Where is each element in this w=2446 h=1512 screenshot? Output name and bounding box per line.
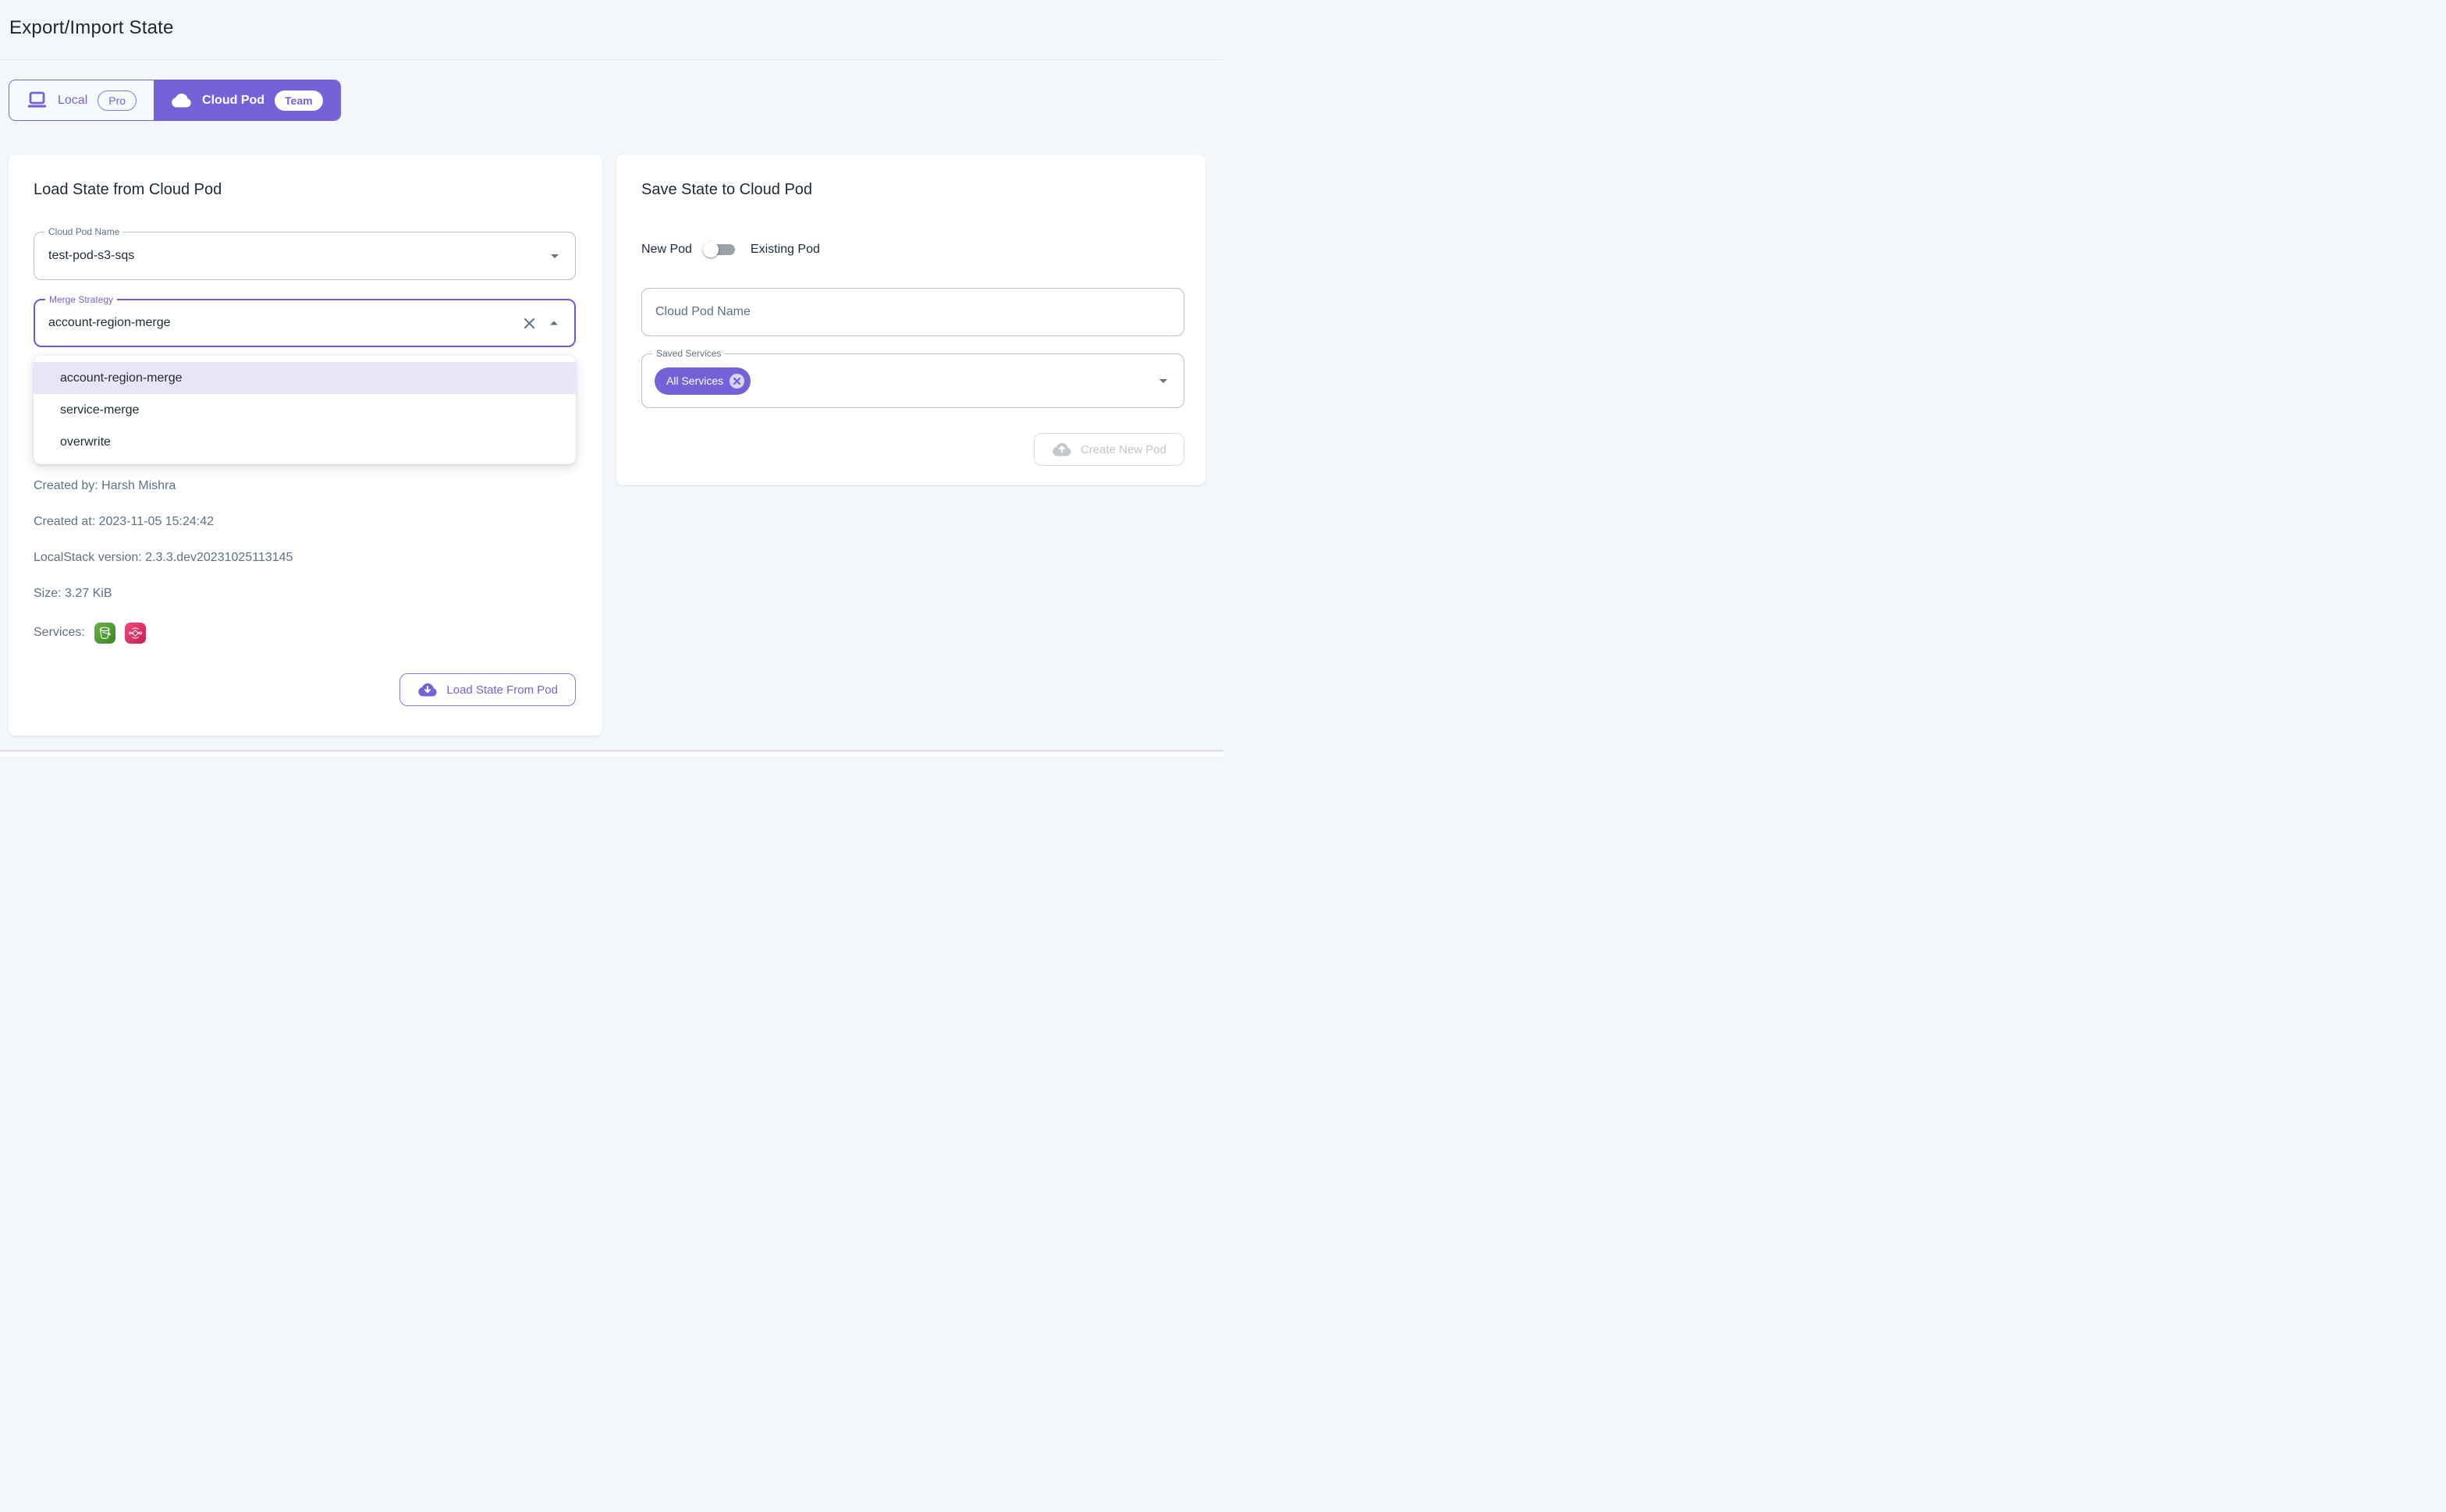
size-text: Size: 3.27 KiB (34, 586, 576, 602)
load-state-from-pod-button[interactable]: Load State From Pod (399, 673, 576, 706)
load-state-card: Load State from Cloud Pod Cloud Pod Name… (9, 154, 602, 736)
save-card-title: Save State to Cloud Pod (641, 181, 1184, 199)
all-services-chip-label: All Services (666, 374, 723, 387)
cloud-pod-name-select-value: test-pod-s3-sqs (34, 249, 545, 263)
services-label: Services: (34, 626, 85, 640)
tab-local[interactable]: Local Pro (9, 80, 154, 120)
load-state-from-pod-label: Load State From Pod (446, 683, 558, 697)
mode-toggle-group: Local Pro Cloud Pod Team (9, 80, 341, 121)
all-services-chip: All Services (655, 367, 751, 395)
pod-type-toggle-row: New Pod Existing Pod (641, 240, 1184, 260)
page-title: Export/Import State (9, 17, 1214, 39)
cloud-download-icon (417, 683, 438, 697)
switch-knob (703, 242, 719, 257)
tab-cloud-pod[interactable]: Cloud Pod Team (154, 80, 340, 120)
services-row: Services: (34, 622, 576, 644)
bottom-scroll-strip (0, 750, 1223, 756)
merge-strategy-field: Merge Strategy (34, 299, 576, 347)
saved-services-select[interactable]: Saved Services All Services (641, 353, 1184, 408)
chevron-down-icon[interactable] (545, 247, 564, 265)
sqs-service-icon (125, 623, 146, 644)
merge-strategy-options-panel: account-region-merge service-merge overw… (34, 356, 576, 464)
create-new-pod-label: Create New Pod (1081, 443, 1166, 456)
team-badge: Team (275, 91, 323, 111)
s3-service-icon (94, 623, 115, 644)
created-by-text: Created by: Harsh Mishra (34, 478, 576, 494)
cloud-pod-name-select[interactable]: Cloud Pod Name test-pod-s3-sqs (34, 232, 576, 280)
new-pod-label: New Pod (641, 243, 692, 257)
created-at-text: Created at: 2023-11-05 15:24:42 (34, 514, 576, 530)
tab-local-label: Local (58, 94, 87, 108)
load-card-title: Load State from Cloud Pod (34, 181, 576, 199)
create-new-pod-button[interactable]: Create New Pod (1034, 433, 1184, 466)
localstack-version-text: LocalStack version: 2.3.3.dev20231025113… (34, 550, 576, 566)
merge-strategy-label: Merge Strategy (45, 294, 117, 305)
save-pod-name-field (641, 288, 1184, 336)
saved-services-label: Saved Services (652, 348, 725, 359)
chevron-down-icon[interactable] (1154, 371, 1173, 390)
option-account-region-merge[interactable]: account-region-merge (34, 362, 576, 394)
pod-type-switch[interactable] (703, 240, 740, 260)
page-header: Export/Import State (0, 0, 1223, 60)
chip-delete-icon[interactable] (729, 373, 745, 389)
save-state-card: Save State to Cloud Pod New Pod Existing… (616, 154, 1205, 485)
clear-icon[interactable] (520, 314, 538, 332)
cloud-upload-icon (1052, 442, 1072, 456)
pro-badge: Pro (98, 91, 137, 111)
chevron-up-icon[interactable] (545, 314, 563, 332)
save-pod-name-input[interactable] (642, 305, 1184, 319)
option-overwrite[interactable]: overwrite (34, 426, 576, 458)
tab-cloud-pod-label: Cloud Pod (202, 94, 264, 108)
laptop-icon (27, 91, 48, 109)
existing-pod-label: Existing Pod (751, 243, 820, 257)
option-service-merge[interactable]: service-merge (34, 394, 576, 426)
cloud-icon (171, 93, 192, 108)
cloud-pod-name-select-label: Cloud Pod Name (44, 226, 123, 237)
merge-strategy-input[interactable] (35, 316, 520, 330)
